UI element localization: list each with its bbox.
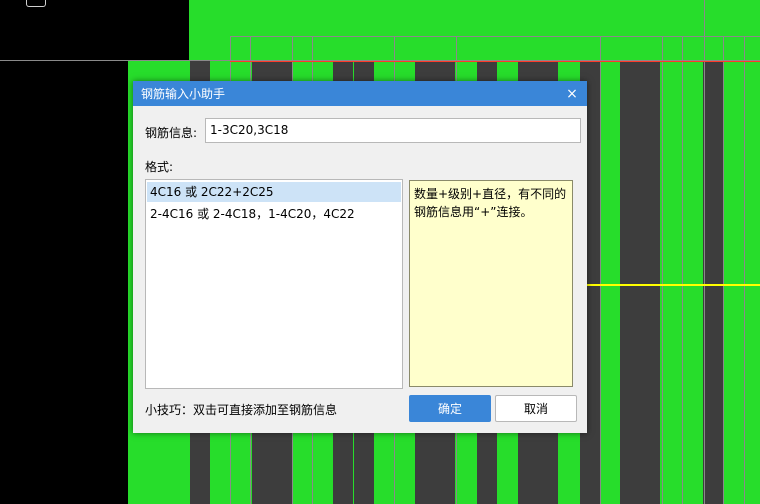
close-icon: × <box>566 85 578 102</box>
format-label: 格式: <box>145 160 174 174</box>
format-list-item[interactable]: 2-4C16 或 2-4C18，1-4C20，4C22 <box>147 204 401 224</box>
rebar-info-label: 钢筋信息: <box>145 126 198 140</box>
axis-line-red <box>230 61 760 62</box>
tip-text: 小技巧：双击可直接添加至钢筋信息 <box>145 403 338 417</box>
axis-line-yellow <box>587 284 760 286</box>
rebar-info-input[interactable]: 1-3C20,3C18 <box>205 118 581 143</box>
grid-line <box>230 36 760 37</box>
grid-line <box>682 36 683 504</box>
grid-line <box>662 36 663 504</box>
rebar-input-dialog: 钢筋输入小助手 × 钢筋信息: 1-3C20,3C18 格式: 4C16 或 2… <box>133 81 587 433</box>
grid-line <box>744 36 745 504</box>
format-list[interactable]: 4C16 或 2C22+2C25 2-4C16 或 2-4C18，1-4C20，… <box>145 179 403 389</box>
dialog-title: 钢筋输入小助手 <box>141 87 226 101</box>
column-strip <box>620 60 660 504</box>
ok-button[interactable]: 确定 <box>409 395 491 422</box>
format-list-item[interactable]: 4C16 或 2C22+2C25 <box>147 182 401 202</box>
format-description: 数量+级别+直径，有不同的钢筋信息用“+”连接。 <box>409 180 573 387</box>
close-button[interactable]: × <box>565 87 579 101</box>
column-strip <box>703 60 723 504</box>
grid-line <box>723 36 724 504</box>
dialog-titlebar[interactable]: 钢筋输入小助手 × <box>133 81 587 106</box>
grid-line <box>600 36 601 504</box>
cancel-button[interactable]: 取消 <box>495 395 577 422</box>
grid-line <box>704 0 705 504</box>
viewport-icon <box>26 0 46 7</box>
